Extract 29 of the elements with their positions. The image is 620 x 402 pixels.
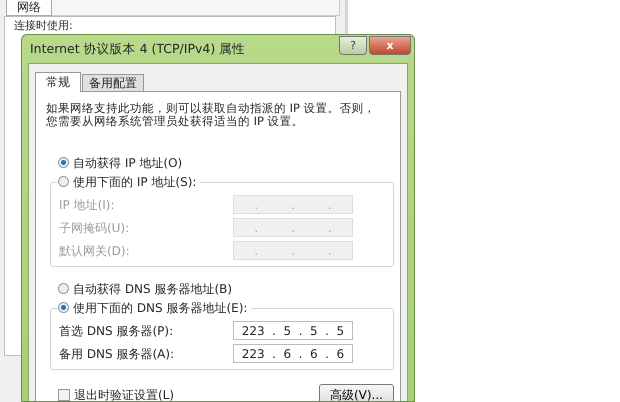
field-label: 备用 DNS 服务器(A):: [59, 346, 174, 362]
description-text: 您需要从网络系统管理员处获得适当的 IP 设置。: [46, 115, 305, 128]
radio-label[interactable]: 使用下面的 IP 地址(S):: [73, 172, 196, 190]
radio-button[interactable]: [58, 302, 69, 313]
checkbox[interactable]: [58, 389, 70, 401]
connect-using-label: 连接时使用:: [14, 19, 73, 32]
ip-address-field: . . .: [233, 195, 353, 214]
ip-address-field: . . .: [233, 241, 353, 260]
ip-address-field: . . .: [233, 218, 353, 237]
field-label: 子网掩码(U):: [59, 220, 130, 236]
ip-address-field[interactable]: 223 . 5 . 5 . 5: [233, 321, 353, 340]
help-button[interactable]: ?: [339, 36, 367, 55]
field-label: IP 地址(I):: [59, 196, 115, 214]
ip-address-field[interactable]: 223 . 6 . 6 . 6: [233, 344, 353, 363]
radio-button[interactable]: [58, 157, 69, 168]
description-text: 如果网络支持此功能，则可以获取自动指派的 IP 设置。否则，: [46, 102, 377, 115]
tab[interactable]: 备用配置: [82, 74, 144, 91]
radio-label[interactable]: 自动获得 DNS 服务器地址(B): [73, 280, 232, 298]
radio-label[interactable]: 自动获得 IP 地址(O): [73, 154, 182, 172]
advanced-button[interactable]: 高级(V)...: [318, 384, 394, 401]
tab[interactable]: 常规: [35, 72, 81, 92]
radio-button[interactable]: [58, 283, 69, 294]
checkbox-label[interactable]: 退出时验证设置(L): [74, 386, 174, 401]
radio-label[interactable]: 使用下面的 DNS 服务器地址(E):: [73, 298, 248, 316]
tab[interactable]: 网络: [6, 0, 52, 16]
window-title: Internet 协议版本 4 (TCP/IPv4) 属性: [30, 40, 246, 58]
radio-button[interactable]: [58, 176, 69, 187]
field-label: 默认网关(D):: [59, 242, 130, 260]
field-label: 首选 DNS 服务器(P):: [59, 322, 174, 340]
